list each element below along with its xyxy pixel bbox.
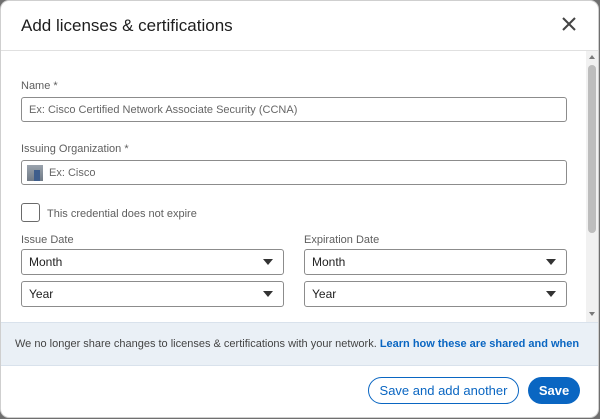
chevron-down-icon [263,259,273,265]
save-button[interactable]: Save [528,377,580,404]
expiration-year-select[interactable]: Year [304,281,567,307]
expiration-month-select[interactable]: Month [304,249,567,275]
scroll-up-arrow-icon[interactable] [589,55,595,59]
add-license-dialog: Add licenses & certifications Name * Ex:… [1,1,598,417]
learn-more-link[interactable]: Learn how these are shared and when [380,338,579,350]
name-placeholder: Ex: Cisco Certified Network Associate Se… [29,103,298,116]
no-expire-label: This credential does not expire [47,208,197,220]
dialog-body: Name * Ex: Cisco Certified Network Assoc… [1,51,586,322]
issuing-org-input[interactable]: Ex: Cisco [21,160,567,185]
close-button[interactable] [557,12,581,36]
close-icon [562,17,576,31]
notice-text: We no longer share changes to licenses &… [15,338,380,350]
dialog-title: Add licenses & certifications [21,16,233,35]
issue-month-select[interactable]: Month [21,249,284,275]
issue-year-value: Year [29,287,54,301]
chevron-down-icon [263,291,273,297]
expiration-date-label: Expiration Date [304,234,380,246]
expiration-month-value: Month [312,255,346,269]
sharing-notice: We no longer share changes to licenses &… [1,322,598,366]
no-expire-checkbox[interactable] [21,203,40,222]
scroll-down-arrow-icon[interactable] [589,312,595,316]
dialog-header: Add licenses & certifications [1,1,598,51]
name-label: Name * [21,80,58,92]
notice-text-row: We no longer share changes to licenses &… [15,338,579,350]
chevron-down-icon [546,259,556,265]
scrollbar-thumb[interactable] [588,65,596,233]
issue-year-select[interactable]: Year [21,281,284,307]
issuing-org-label: Issuing Organization * [21,143,129,155]
issue-month-value: Month [29,255,63,269]
organization-logo-icon [27,164,43,181]
name-input[interactable]: Ex: Cisco Certified Network Associate Se… [21,97,567,122]
expiration-year-value: Year [312,287,337,301]
issuing-org-placeholder: Ex: Cisco [49,166,96,179]
scrollbar[interactable] [586,51,598,322]
issue-date-label: Issue Date [21,234,74,246]
chevron-down-icon [546,291,556,297]
save-and-add-another-button[interactable]: Save and add another [368,377,519,404]
